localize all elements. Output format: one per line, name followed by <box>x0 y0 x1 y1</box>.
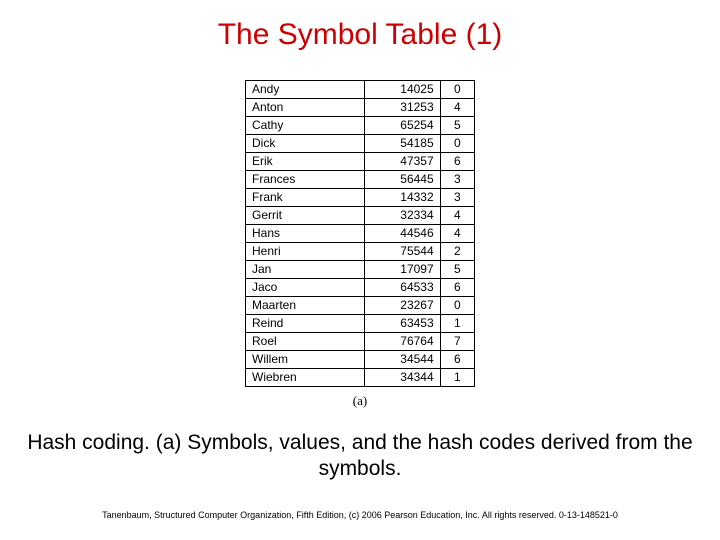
table-row: Reind634531 <box>246 315 475 333</box>
cell-name: Hans <box>246 225 365 243</box>
table-row: Dick541850 <box>246 135 475 153</box>
cell-name: Maarten <box>246 297 365 315</box>
cell-hash: 4 <box>440 99 474 117</box>
cell-hash: 3 <box>440 171 474 189</box>
table-row: Frank143323 <box>246 189 475 207</box>
slide: The Symbol Table (1) Andy140250Anton3125… <box>0 0 720 540</box>
cell-value: 64533 <box>365 279 441 297</box>
table-row: Jan170975 <box>246 261 475 279</box>
table-row: Anton312534 <box>246 99 475 117</box>
cell-value: 54185 <box>365 135 441 153</box>
cell-name: Jaco <box>246 279 365 297</box>
table-row: Willem345446 <box>246 351 475 369</box>
cell-hash: 6 <box>440 279 474 297</box>
cell-hash: 5 <box>440 117 474 135</box>
cell-hash: 2 <box>440 243 474 261</box>
cell-value: 17097 <box>365 261 441 279</box>
table-row: Frances564453 <box>246 171 475 189</box>
cell-name: Frances <box>246 171 365 189</box>
cell-hash: 5 <box>440 261 474 279</box>
table-row: Henri755442 <box>246 243 475 261</box>
cell-hash: 6 <box>440 351 474 369</box>
cell-hash: 0 <box>440 297 474 315</box>
cell-value: 31253 <box>365 99 441 117</box>
table-row: Cathy652545 <box>246 117 475 135</box>
symbol-table: Andy140250Anton312534Cathy652545Dick5418… <box>245 80 475 387</box>
cell-value: 32334 <box>365 207 441 225</box>
cell-value: 34544 <box>365 351 441 369</box>
copyright-footer: Tanenbaum, Structured Computer Organizat… <box>0 510 720 520</box>
table-row: Hans445464 <box>246 225 475 243</box>
cell-value: 14332 <box>365 189 441 207</box>
cell-value: 65254 <box>365 117 441 135</box>
cell-name: Wiebren <box>246 369 365 387</box>
cell-name: Frank <box>246 189 365 207</box>
cell-value: 44546 <box>365 225 441 243</box>
table-row: Jaco645336 <box>246 279 475 297</box>
cell-value: 63453 <box>365 315 441 333</box>
cell-value: 75544 <box>365 243 441 261</box>
cell-hash: 3 <box>440 189 474 207</box>
cell-value: 34344 <box>365 369 441 387</box>
cell-value: 23267 <box>365 297 441 315</box>
cell-hash: 1 <box>440 369 474 387</box>
cell-hash: 4 <box>440 207 474 225</box>
symbol-table-wrap: Andy140250Anton312534Cathy652545Dick5418… <box>245 80 475 409</box>
cell-name: Jan <box>246 261 365 279</box>
cell-hash: 1 <box>440 315 474 333</box>
cell-value: 14025 <box>365 81 441 99</box>
cell-name: Cathy <box>246 117 365 135</box>
cell-name: Willem <box>246 351 365 369</box>
cell-hash: 0 <box>440 81 474 99</box>
cell-hash: 7 <box>440 333 474 351</box>
cell-name: Andy <box>246 81 365 99</box>
table-row: Erik473576 <box>246 153 475 171</box>
cell-name: Erik <box>246 153 365 171</box>
table-row: Andy140250 <box>246 81 475 99</box>
table-row: Roel767647 <box>246 333 475 351</box>
cell-name: Roel <box>246 333 365 351</box>
cell-name: Dick <box>246 135 365 153</box>
page-title: The Symbol Table (1) <box>0 0 720 52</box>
cell-value: 76764 <box>365 333 441 351</box>
cell-hash: 4 <box>440 225 474 243</box>
cell-hash: 0 <box>440 135 474 153</box>
cell-value: 56445 <box>365 171 441 189</box>
cell-value: 47357 <box>365 153 441 171</box>
table-row: Wiebren343441 <box>246 369 475 387</box>
table-row: Gerrit323344 <box>246 207 475 225</box>
cell-hash: 6 <box>440 153 474 171</box>
table-sublabel: (a) <box>245 393 475 409</box>
cell-name: Anton <box>246 99 365 117</box>
figure-caption: Hash coding. (a) Symbols, values, and th… <box>0 430 720 483</box>
cell-name: Gerrit <box>246 207 365 225</box>
cell-name: Reind <box>246 315 365 333</box>
table-row: Maarten232670 <box>246 297 475 315</box>
cell-name: Henri <box>246 243 365 261</box>
